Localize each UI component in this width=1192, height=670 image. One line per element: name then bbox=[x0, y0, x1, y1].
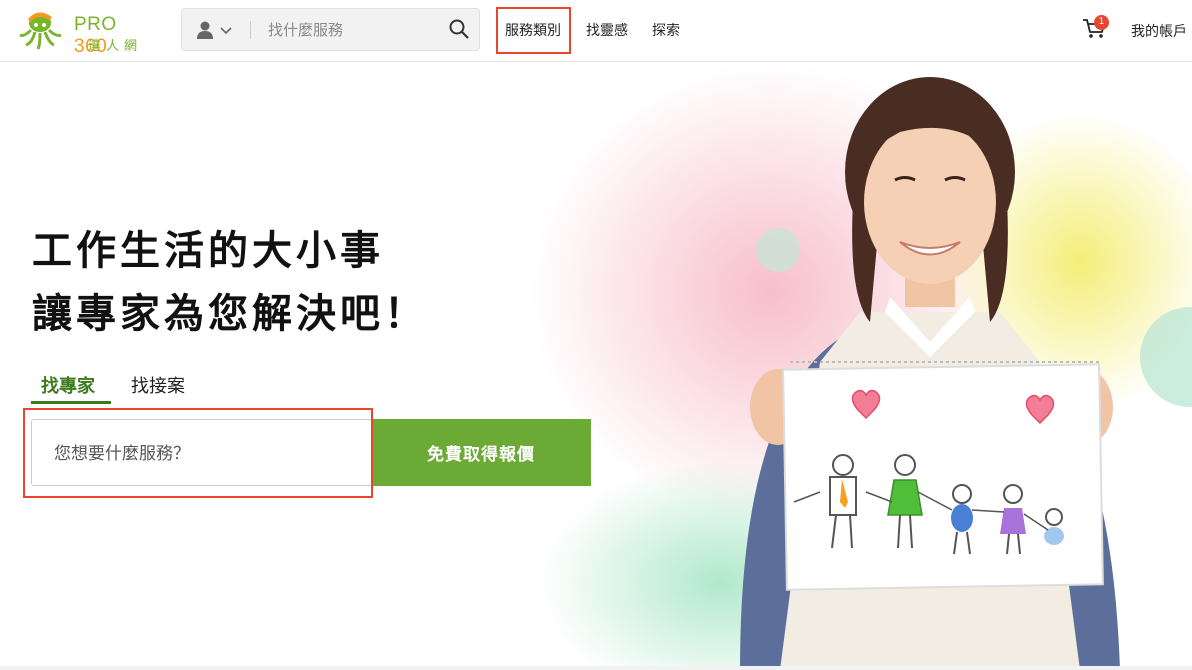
chevron-down-icon bbox=[220, 27, 232, 35]
tab-find-expert[interactable]: 找專家 bbox=[41, 372, 95, 398]
search-button[interactable] bbox=[448, 18, 472, 42]
nav-explore[interactable]: 探索 bbox=[652, 20, 680, 40]
user-type-selector[interactable] bbox=[196, 20, 236, 40]
nav-highlight-box bbox=[496, 7, 571, 54]
logo-subtitle: 達人網 bbox=[88, 39, 143, 54]
site-logo[interactable]: PRO 360 達人網 bbox=[16, 5, 146, 57]
header-search-bar bbox=[181, 8, 480, 51]
logo-brand: PRO bbox=[74, 14, 117, 35]
search-divider bbox=[250, 21, 251, 39]
nav-inspiration[interactable]: 找靈感 bbox=[586, 20, 628, 40]
top-header: PRO 360 達人網 服務類別 找靈感 探索 1 bbox=[0, 0, 1192, 62]
get-free-quote-button[interactable]: 免費取得報價 bbox=[371, 419, 591, 486]
hero-photo-illustration bbox=[530, 62, 1192, 670]
tab-find-jobs[interactable]: 找接案 bbox=[131, 372, 185, 398]
active-tab-indicator bbox=[31, 401, 111, 404]
user-icon bbox=[197, 21, 213, 39]
search-icon bbox=[449, 19, 469, 39]
cart-count-badge: 1 bbox=[1094, 15, 1109, 30]
input-highlight-box bbox=[23, 408, 373, 498]
hero-image bbox=[520, 62, 1192, 670]
hero-headline-line1: 工作生活的大小事 bbox=[32, 228, 384, 274]
header-search-input[interactable] bbox=[266, 15, 440, 45]
bottom-divider bbox=[0, 666, 1192, 670]
my-account-link[interactable]: 我的帳戶 bbox=[1131, 21, 1187, 41]
hero-headline-line2: 讓專家為您解決吧！ bbox=[32, 291, 428, 337]
octopus-logo-icon bbox=[19, 12, 62, 50]
